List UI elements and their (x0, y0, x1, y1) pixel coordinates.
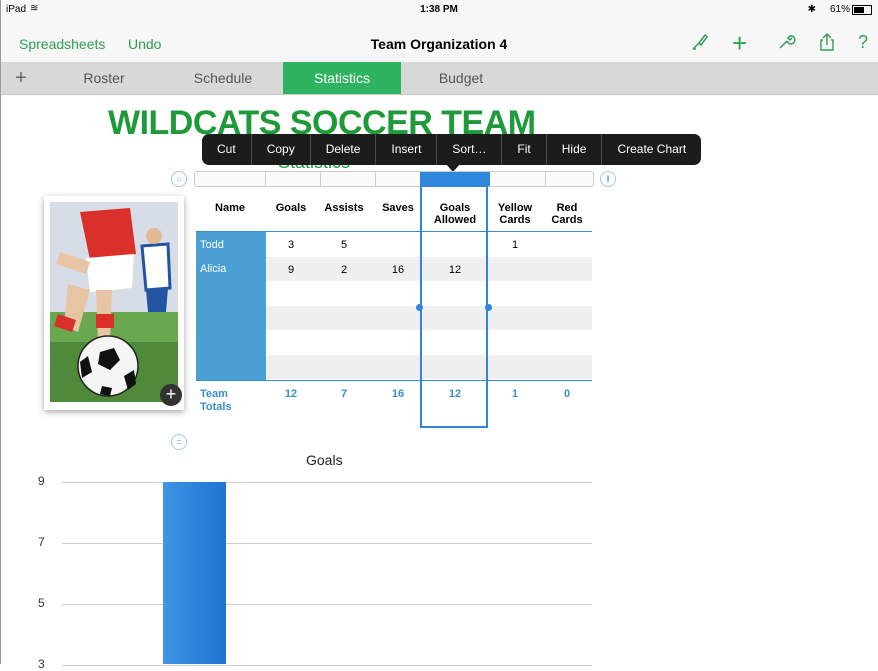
tab-roster[interactable]: Roster (44, 62, 164, 94)
menu-delete[interactable]: Delete (309, 134, 376, 165)
menu-cut[interactable]: Cut (202, 134, 251, 165)
menu-fit[interactable]: Fit (501, 134, 545, 165)
menu-sort[interactable]: Sort… (436, 134, 501, 165)
chart-gridline (62, 482, 592, 483)
frame-edge (0, 0, 1, 664)
table-cell[interactable]: 2 (318, 264, 370, 276)
header-goals[interactable]: Goals (266, 202, 316, 214)
chart-gridline (62, 665, 592, 666)
add-row-handle[interactable]: = (171, 434, 187, 450)
help-button[interactable]: ? (858, 32, 868, 53)
table-cell[interactable]: Alicia (200, 263, 226, 275)
player-photo[interactable]: + (44, 196, 184, 410)
selection-handle-right[interactable] (485, 304, 492, 311)
chart-y-tick-label: 9 (38, 474, 45, 488)
wrench-icon[interactable] (776, 32, 796, 58)
selection-handle-left[interactable] (416, 304, 423, 311)
table-cell[interactable]: Todd (200, 239, 224, 251)
footer-divider (196, 380, 592, 381)
menu-insert[interactable]: Insert (375, 134, 436, 165)
navigation-bar: Spreadsheets Undo Team Organization 4 + … (0, 20, 878, 62)
chart-title[interactable]: Goals (306, 452, 343, 468)
tab-statistics[interactable]: Statistics (283, 62, 401, 94)
table-cell[interactable]: 3 (266, 239, 316, 251)
chart-y-tick-label: 7 (38, 535, 45, 549)
total-yellow-cards[interactable]: 1 (490, 388, 540, 400)
tab-schedule[interactable]: Schedule (164, 62, 282, 94)
table-cell[interactable]: 5 (318, 239, 370, 251)
context-menu: Cut Copy Delete Insert Sort… Fit Hide Cr… (202, 134, 702, 165)
menu-copy[interactable]: Copy (250, 134, 310, 165)
header-divider (196, 231, 592, 232)
totals-label: Team Totals (200, 388, 232, 413)
add-icon[interactable]: + (732, 28, 747, 59)
chart-gridline (62, 543, 592, 544)
table-cell[interactable]: 16 (372, 264, 424, 276)
header-red-cards[interactable]: Red Cards (544, 202, 590, 226)
sheet-tabs: + Roster Schedule Statistics Budget (0, 62, 878, 95)
chart-gridline (62, 604, 592, 605)
total-saves[interactable]: 16 (372, 388, 424, 400)
total-red-cards[interactable]: 0 (544, 388, 590, 400)
header-saves[interactable]: Saves (372, 202, 424, 214)
battery-percent: 61% (829, 4, 850, 15)
menu-create-chart[interactable]: Create Chart (601, 134, 701, 165)
name-column-fill (196, 231, 266, 381)
add-column-handle[interactable]: ‖ (600, 171, 616, 187)
table-cell[interactable]: 9 (266, 264, 316, 276)
add-sheet-button[interactable]: + (6, 62, 36, 94)
menu-hide[interactable]: Hide (545, 134, 602, 165)
tab-budget[interactable]: Budget (402, 62, 520, 94)
table-cell[interactable]: 1 (490, 239, 540, 251)
column-control-bar[interactable] (194, 171, 594, 187)
chart-y-tick-label: 5 (38, 596, 45, 610)
status-bar: iPad ≋ 1:38 PM ✱ 61% (0, 0, 878, 20)
bluetooth-icon: ✱ (807, 4, 816, 15)
total-assists[interactable]: 7 (318, 388, 370, 400)
selected-column-tab[interactable] (420, 172, 490, 186)
battery-icon (852, 5, 872, 15)
status-time: 1:38 PM (420, 4, 458, 15)
header-yellow-cards[interactable]: Yellow Cards (490, 202, 540, 226)
add-media-icon[interactable]: + (160, 384, 182, 406)
total-goals[interactable]: 12 (266, 388, 316, 400)
column-selection[interactable] (420, 185, 488, 428)
chart-bar-alicia[interactable] (163, 482, 226, 664)
goals-chart[interactable]: 3 5 7 9 (0, 470, 600, 671)
share-icon[interactable] (818, 32, 836, 58)
header-assists[interactable]: Assists (318, 202, 370, 214)
chart-y-tick-label: 3 (38, 657, 45, 671)
format-brush-icon[interactable] (690, 32, 710, 58)
table-select-handle[interactable]: ○ (171, 171, 187, 187)
header-name[interactable]: Name (200, 202, 260, 214)
